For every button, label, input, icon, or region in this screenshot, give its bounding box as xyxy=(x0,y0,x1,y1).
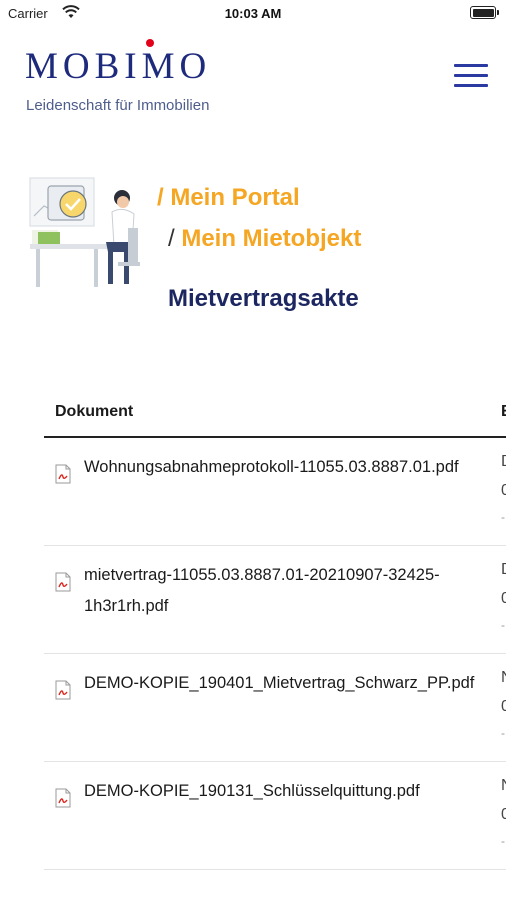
table-header: Dokument E xyxy=(44,392,506,438)
menu-bar xyxy=(454,74,488,77)
table-row[interactable]: Wohnungsabnahmeprotokoll-11055.03.8887.0… xyxy=(44,438,506,546)
brand-logo[interactable]: MOBIMO xyxy=(25,48,211,85)
truncated-cell: - xyxy=(501,726,505,740)
hamburger-menu-button[interactable] xyxy=(454,64,488,90)
column-header-dokument[interactable]: Dokument xyxy=(55,403,133,421)
truncated-cell: 0 xyxy=(501,698,506,715)
pdf-file-icon xyxy=(55,464,71,484)
breadcrumb-label: Mein Portal xyxy=(170,184,300,211)
truncated-cell: D xyxy=(501,453,506,471)
clock: 10:03 AM xyxy=(224,6,282,21)
document-name[interactable]: DEMO-KOPIE_190401_Mietvertrag_Schwarz_PP… xyxy=(84,668,494,699)
breadcrumb-label: Mein Mietobjekt xyxy=(181,225,362,252)
battery-icon xyxy=(470,6,499,19)
menu-bar xyxy=(454,64,488,67)
truncated-cell: D xyxy=(501,561,506,579)
breadcrumb-separator: / xyxy=(157,184,164,211)
breadcrumb-mein-mietobjekt[interactable]: / Mein Mietobjekt xyxy=(168,225,361,253)
status-bar: Carrier 10:03 AM xyxy=(0,0,506,28)
pdf-file-icon xyxy=(55,572,71,592)
breadcrumb-separator: / xyxy=(168,225,175,252)
table-row[interactable]: DEMO-KOPIE_190401_Mietvertrag_Schwarz_PP… xyxy=(44,654,506,762)
truncated-cell: N xyxy=(501,669,506,687)
breadcrumb-mein-portal[interactable]: / Mein Portal xyxy=(157,184,300,212)
truncated-cell: - xyxy=(501,618,505,632)
truncated-cell: 0 xyxy=(501,590,506,607)
truncated-cell: - xyxy=(501,510,505,524)
truncated-cell: 0 xyxy=(501,482,506,499)
truncated-cell: - xyxy=(501,834,505,848)
menu-bar xyxy=(454,84,488,87)
document-name[interactable]: DEMO-KOPIE_190131_Schlüsselquittung.pdf xyxy=(84,776,494,807)
document-name[interactable]: Wohnungsabnahmeprotokoll-11055.03.8887.0… xyxy=(84,452,494,483)
truncated-cell: 0 xyxy=(501,806,506,823)
logo-dot-icon xyxy=(146,39,154,47)
column-header-truncated[interactable]: E xyxy=(501,403,506,421)
table-row[interactable]: mietvertrag-11055.03.8887.01-20210907-32… xyxy=(44,546,506,654)
document-name[interactable]: mietvertrag-11055.03.8887.01-20210907-32… xyxy=(84,560,494,622)
pdf-file-icon xyxy=(55,788,71,808)
page-title: Mietvertragsakte xyxy=(168,285,359,312)
office-worker-illustration xyxy=(29,177,140,287)
brand-tagline: Leidenschaft für Immobilien xyxy=(26,97,210,114)
pdf-file-icon xyxy=(55,680,71,700)
document-table: Dokument E Wohnungsabnahmeprotokoll-1105… xyxy=(44,392,506,870)
truncated-cell: N xyxy=(501,777,506,795)
table-row[interactable]: DEMO-KOPIE_190131_Schlüsselquittung.pdf … xyxy=(44,762,506,870)
